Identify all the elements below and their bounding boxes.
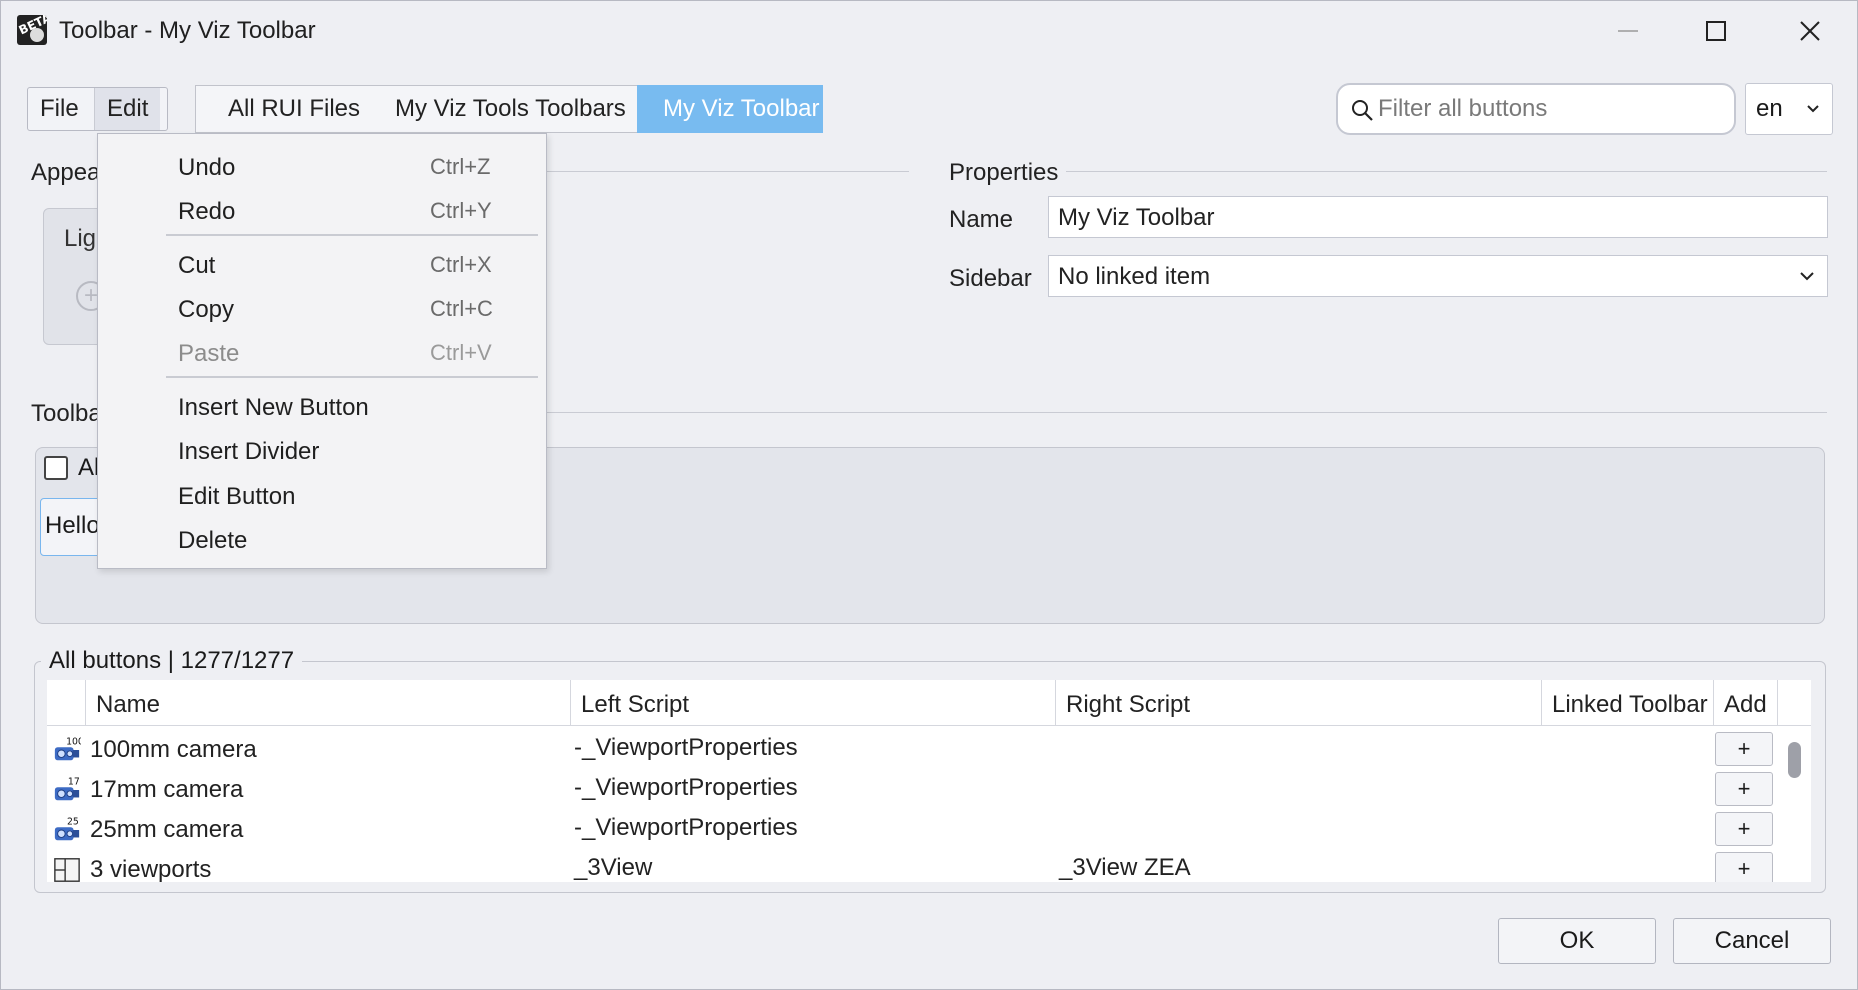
minimize-button[interactable] bbox=[1603, 11, 1653, 51]
maximize-icon bbox=[1706, 21, 1726, 41]
language-select[interactable]: en bbox=[1745, 83, 1833, 135]
sidebar-select[interactable]: No linked item bbox=[1048, 255, 1828, 297]
table-header: Name Left Script Right Script Linked Too… bbox=[47, 680, 1811, 726]
add-button[interactable]: + bbox=[1715, 852, 1773, 882]
toolbar-dialog-window: BETA Toolbar - My Viz Toolbar File Edit … bbox=[0, 0, 1858, 990]
column-header-name[interactable]: Name bbox=[86, 680, 571, 726]
properties-section-label: Properties bbox=[949, 159, 1067, 187]
title-bar: BETA Toolbar - My Viz Toolbar bbox=[1, 1, 1857, 61]
select-all-checkbox[interactable] bbox=[44, 456, 68, 480]
menu-item-copy[interactable]: Copy Ctrl+C bbox=[98, 292, 546, 328]
table-row[interactable]: 3 viewports _3View _3View ZEA + bbox=[47, 850, 1811, 882]
close-button[interactable] bbox=[1785, 11, 1835, 51]
breadcrumb-item-my-viz-toolbar[interactable]: My Viz Toolbar bbox=[637, 85, 823, 133]
filter-search-box[interactable] bbox=[1336, 83, 1736, 135]
menu-item-edit-button[interactable]: Edit Button bbox=[98, 479, 546, 515]
table-header-icon-col bbox=[47, 680, 86, 726]
menu-item-label: Paste bbox=[178, 340, 240, 367]
add-button[interactable]: + bbox=[1715, 732, 1773, 766]
add-button[interactable]: + bbox=[1715, 772, 1773, 806]
menu-item-paste[interactable]: Paste Ctrl+V bbox=[98, 336, 546, 372]
svg-text:100: 100 bbox=[66, 736, 81, 747]
table-row[interactable]: 17 17mm camera -_ViewportProperties + bbox=[47, 770, 1811, 810]
menu-item-label: Undo bbox=[178, 154, 236, 181]
camera-icon: 25 bbox=[54, 816, 80, 841]
menu-item-label: Edit Button bbox=[178, 483, 296, 510]
name-label: Name bbox=[949, 206, 1014, 233]
table-scrollbar-thumb[interactable] bbox=[1788, 742, 1801, 778]
breadcrumb-label: All RUI Files bbox=[228, 95, 361, 122]
menu-item-undo[interactable]: Undo Ctrl+Z bbox=[98, 150, 546, 186]
row-name: 17mm camera bbox=[90, 776, 244, 803]
menu-item-shortcut: Ctrl+C bbox=[430, 296, 493, 321]
ok-button[interactable]: OK bbox=[1498, 918, 1656, 964]
row-left-script: _3View bbox=[574, 854, 653, 881]
chevron-down-icon bbox=[1807, 105, 1819, 113]
menu-separator bbox=[166, 376, 538, 378]
file-menu[interactable]: File bbox=[28, 88, 95, 130]
camera-icon: 17 bbox=[54, 776, 80, 801]
row-left-script: -_ViewportProperties bbox=[574, 814, 798, 841]
breadcrumb-item-all-rui-files[interactable]: All RUI Files bbox=[195, 85, 367, 133]
all-buttons-table: Name Left Script Right Script Linked Too… bbox=[47, 680, 1811, 882]
menu-item-label: Redo bbox=[178, 198, 236, 225]
row-name: 100mm camera bbox=[90, 736, 257, 763]
row-left-script: -_ViewportProperties bbox=[574, 774, 798, 801]
all-buttons-label: All buttons | 1277/1277 bbox=[41, 647, 303, 675]
row-right-script: _3View ZEA bbox=[1059, 854, 1191, 881]
edit-menu[interactable]: Edit bbox=[95, 88, 161, 130]
viewports-icon bbox=[54, 858, 80, 882]
breadcrumb: All RUI Files My Viz Tools Toolbars My V… bbox=[195, 85, 823, 133]
menu-item-shortcut: Ctrl+Y bbox=[430, 198, 492, 223]
name-field-value: My Viz Toolbar bbox=[1058, 204, 1215, 231]
chevron-down-icon bbox=[1800, 272, 1814, 281]
close-icon bbox=[1800, 21, 1820, 41]
column-header-left-script[interactable]: Left Script bbox=[571, 680, 1056, 726]
svg-text:17: 17 bbox=[68, 776, 80, 787]
breadcrumb-label: My Viz Toolbar bbox=[663, 95, 820, 122]
menu-item-insert-new-button[interactable]: Insert New Button bbox=[98, 390, 546, 426]
add-button[interactable]: + bbox=[1715, 812, 1773, 846]
menu-item-shortcut: Ctrl+V bbox=[430, 340, 492, 365]
table-row[interactable]: 100 100mm camera -_ViewportProperties + bbox=[47, 730, 1811, 770]
svg-text:25: 25 bbox=[67, 816, 79, 827]
breadcrumb-label: My Viz Tools Toolbars bbox=[395, 95, 626, 122]
menu-item-insert-divider[interactable]: Insert Divider bbox=[98, 434, 546, 470]
filter-search-input[interactable] bbox=[1378, 93, 1718, 125]
sidebar-select-value: No linked item bbox=[1058, 263, 1211, 290]
name-field[interactable]: My Viz Toolbar bbox=[1048, 196, 1828, 238]
menu-item-shortcut: Ctrl+Z bbox=[430, 154, 491, 179]
row-name: 3 viewports bbox=[90, 856, 212, 882]
cancel-button[interactable]: Cancel bbox=[1673, 918, 1831, 964]
column-header-linked-toolbar[interactable]: Linked Toolbar bbox=[1542, 680, 1714, 726]
language-value: en bbox=[1756, 95, 1783, 122]
menu-item-label: Delete bbox=[178, 527, 248, 554]
menu-item-cut[interactable]: Cut Ctrl+X bbox=[98, 248, 546, 284]
menu-item-label: Insert New Button bbox=[178, 394, 369, 421]
breadcrumb-item-my-viz-tools-toolbars[interactable]: My Viz Tools Toolbars bbox=[367, 85, 637, 133]
column-header-right-script[interactable]: Right Script bbox=[1056, 680, 1542, 726]
sidebar-label: Sidebar bbox=[949, 265, 1032, 292]
properties-divider bbox=[1057, 171, 1827, 172]
camera-icon: 100 bbox=[54, 736, 81, 761]
table-row[interactable]: 25 25mm camera -_ViewportProperties + bbox=[47, 810, 1811, 850]
menu-bar: File Edit bbox=[27, 87, 168, 131]
menu-item-shortcut: Ctrl+X bbox=[430, 252, 492, 277]
maximize-button[interactable] bbox=[1691, 11, 1741, 51]
column-header-add[interactable]: Add bbox=[1714, 680, 1778, 726]
appearance-preview-label: Lig bbox=[64, 225, 97, 252]
menu-item-delete[interactable]: Delete bbox=[98, 523, 546, 559]
menu-item-redo[interactable]: Redo Ctrl+Y bbox=[98, 194, 546, 230]
row-left-script: -_ViewportProperties bbox=[574, 734, 798, 761]
edit-menu-dropdown: Undo Ctrl+Z Redo Ctrl+Y Cut Ctrl+X Copy … bbox=[97, 133, 547, 569]
app-logo-icon: BETA bbox=[17, 15, 47, 45]
minimize-icon bbox=[1618, 30, 1638, 32]
menu-item-label: Copy bbox=[178, 296, 235, 323]
row-name: 25mm camera bbox=[90, 816, 244, 843]
menu-separator bbox=[166, 234, 538, 236]
window-title: Toolbar - My Viz Toolbar bbox=[59, 17, 316, 44]
search-icon bbox=[1352, 100, 1373, 121]
menu-item-label: Insert Divider bbox=[178, 438, 320, 465]
menu-item-label: Cut bbox=[178, 252, 216, 279]
